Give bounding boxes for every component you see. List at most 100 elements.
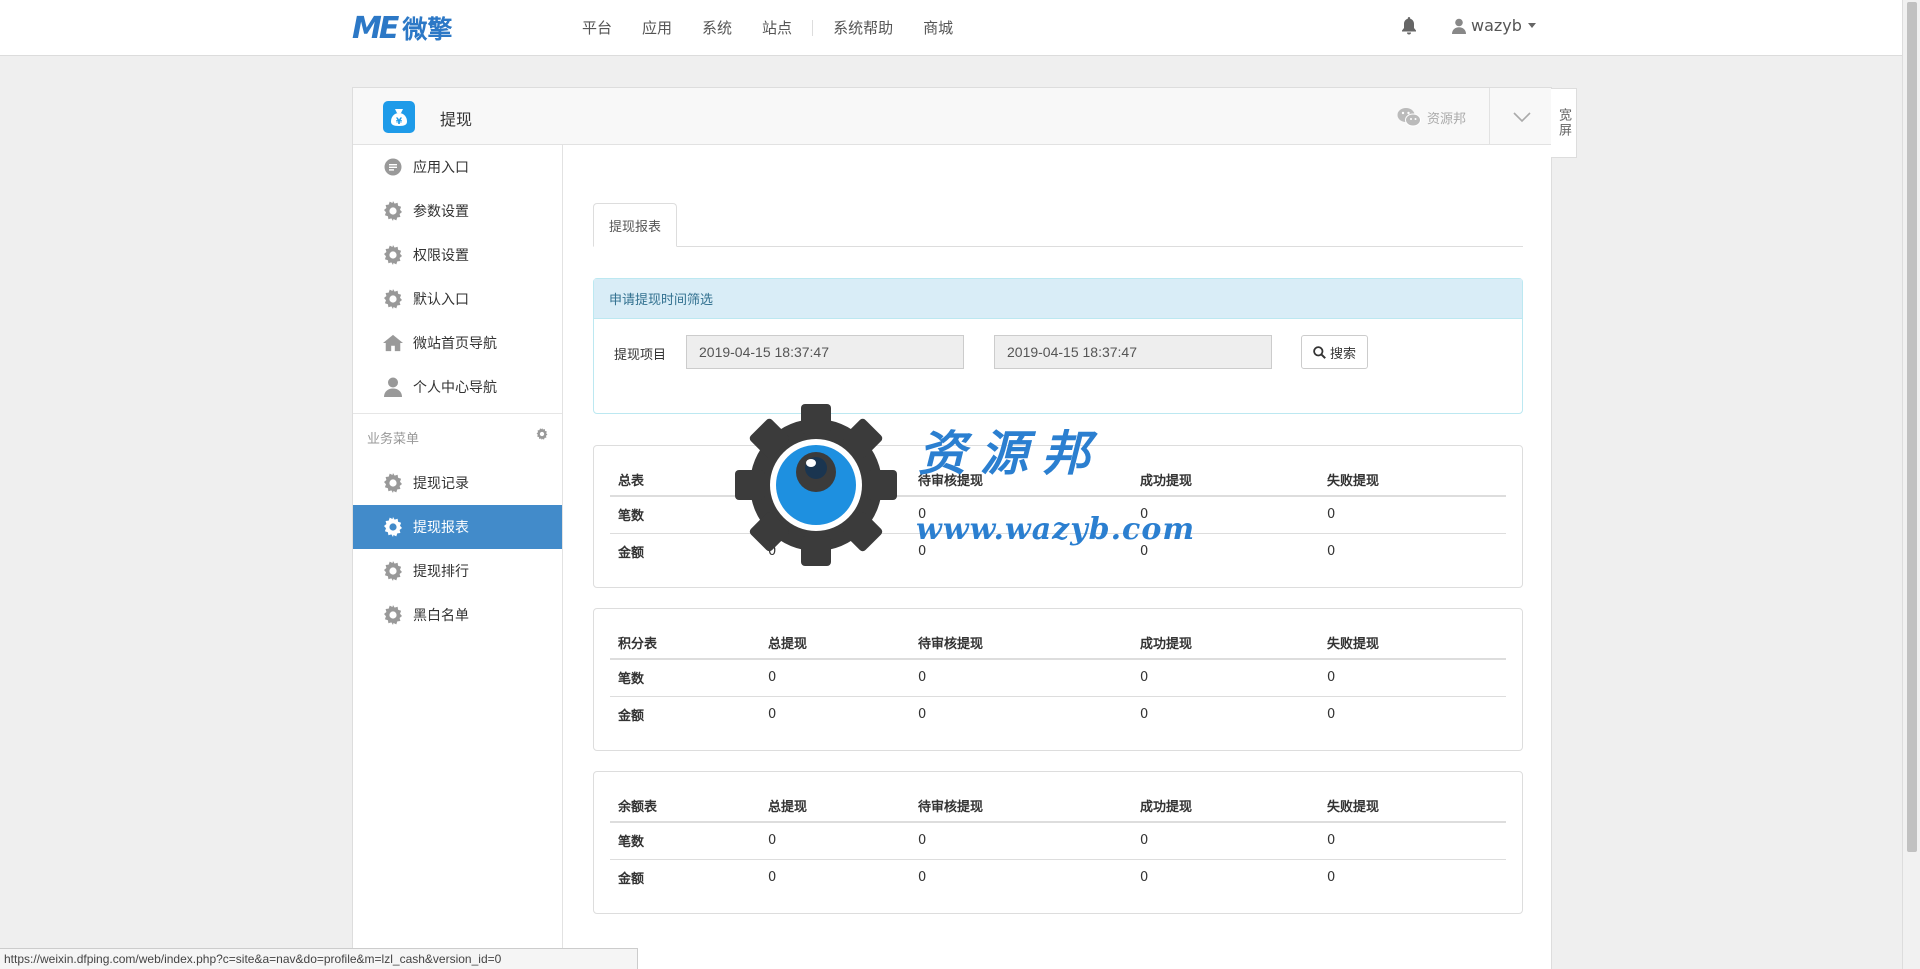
bell-icon[interactable] — [1401, 17, 1417, 35]
table-header: 余额表 — [610, 790, 760, 823]
table-header: 失败提现 — [1319, 627, 1506, 660]
table-cell: 0 — [1132, 659, 1319, 697]
table-cell: 0 — [1327, 870, 1336, 886]
nav-system[interactable]: 系统 — [702, 17, 732, 38]
table-cell: 0 — [1319, 822, 1506, 860]
nav-apps[interactable]: 应用 — [642, 17, 672, 38]
sidebar-item-home-nav[interactable]: 微站首页导航 — [353, 321, 562, 365]
sidebar-item-default-entry[interactable]: 默认入口 — [353, 277, 562, 321]
logo-cn: 微擎 — [402, 15, 453, 44]
table-header: 总表 — [610, 464, 760, 497]
table-cell: 0 — [1132, 822, 1319, 860]
sidebar-item-app-entry[interactable]: 应用入口 — [353, 145, 562, 189]
status-bar-url: https://weixin.dfping.com/web/index.php?… — [0, 948, 638, 969]
table-cell: 0 — [1319, 496, 1506, 534]
search-icon — [1313, 345, 1326, 359]
widescreen-button[interactable]: 宽屏 — [1551, 88, 1577, 158]
row-label: 笔数 — [610, 659, 760, 697]
logo[interactable]: ME 微擎 — [352, 10, 453, 46]
nav-help[interactable]: 系统帮助 — [833, 17, 893, 38]
table-header: 成功提现 — [1132, 464, 1319, 497]
sidebar-item-profile-nav[interactable]: 个人中心导航 — [353, 365, 562, 409]
home-icon — [383, 333, 403, 353]
scrollbar[interactable] — [1902, 0, 1920, 969]
row-label: 金额 — [618, 546, 645, 562]
page-title: 提现 — [440, 110, 473, 129]
chevron-down-icon[interactable] — [1513, 108, 1531, 127]
row-label: 笔数 — [610, 822, 760, 860]
sidebar-item-label: 黑白名单 — [413, 608, 469, 624]
table-cell: 0 — [1327, 707, 1336, 723]
user-icon — [383, 377, 403, 397]
table-cell: 0 — [918, 870, 927, 886]
table-header: 积分表 — [610, 627, 760, 660]
sidebar-item-cash-report[interactable]: 提现报表 — [353, 505, 562, 549]
tab-bar: 提现报表 — [593, 203, 1523, 247]
nav-divider — [812, 19, 814, 36]
table-header-row: 总表 总提现 待审核提现 成功提现 失败提现 — [610, 464, 1506, 497]
sidebar-group-title: 业务菜单 — [367, 432, 420, 447]
tab-cash-report[interactable]: 提现报表 — [593, 203, 678, 247]
sidebar-item-cash-records[interactable]: 提现记录 — [353, 461, 562, 505]
table-cell: 0 — [768, 544, 777, 560]
sidebar-item-label: 提现记录 — [413, 476, 469, 492]
table-row: 金额 0 0 0 0 — [610, 533, 1506, 570]
main-nav: 平台 应用 系统 站点 系统帮助 商城 — [582, 17, 983, 38]
table-cell: 0 — [1140, 870, 1149, 886]
end-time-input[interactable]: 2019-04-15 18:37:47 — [994, 335, 1272, 369]
start-time-input[interactable]: 2019-04-15 18:37:47 — [686, 335, 964, 369]
table-cell: 0 — [918, 707, 927, 723]
wechat-account[interactable]: 资源邦 — [1397, 107, 1466, 127]
table-header: 总提现 — [760, 790, 910, 823]
summary-table: 总表 总提现 待审核提现 成功提现 失败提现 笔数 0 0 0 0 金额 0 0 — [610, 464, 1506, 570]
nav-site[interactable]: 站点 — [762, 17, 792, 38]
table-row: 笔数 0 0 0 0 — [610, 659, 1506, 697]
gear-icon — [383, 289, 403, 309]
sidebar-group-business: 业务菜单 — [353, 413, 562, 461]
table-cell: 0 — [910, 659, 1132, 697]
user-menu[interactable]: wazyb — [1452, 16, 1536, 35]
logo-latin: ME — [352, 10, 399, 46]
sidebar-item-params[interactable]: 参数设置 — [353, 189, 562, 233]
points-table: 积分表 总提现 待审核提现 成功提现 失败提现 笔数 0 0 0 0 金额 0 … — [610, 627, 1506, 733]
table-header: 成功提现 — [1132, 627, 1319, 660]
table-cell: 0 — [910, 822, 1132, 860]
search-button-label: 搜索 — [1330, 346, 1357, 362]
table-header-row: 积分表 总提现 待审核提现 成功提现 失败提现 — [610, 627, 1506, 660]
top-navbar: ME 微擎 平台 应用 系统 站点 系统帮助 商城 wazyb — [0, 0, 1902, 56]
wechat-icon — [1397, 108, 1421, 127]
table-header: 失败提现 — [1319, 790, 1506, 823]
row-label: 笔数 — [610, 496, 760, 534]
gear-icon — [383, 245, 403, 265]
caret-down-icon — [1527, 23, 1536, 28]
table-cell: 0 — [760, 496, 910, 534]
table-header: 失败提现 — [1319, 464, 1506, 497]
main-panel: ¥ 提现 资源邦 应用入口 参数设置 权限设置 默认入口 微站首页导航 个人中心… — [352, 87, 1552, 969]
sidebar-item-label: 参数设置 — [413, 204, 469, 220]
table-cell: 0 — [1132, 496, 1319, 534]
scrollbar-thumb[interactable] — [1907, 2, 1917, 852]
sidebar-item-blacklist[interactable]: 黑白名单 — [353, 593, 562, 637]
chat-bubble-icon — [383, 157, 403, 177]
table-header-row: 余额表 总提现 待审核提现 成功提现 失败提现 — [610, 790, 1506, 823]
gear-icon[interactable] — [536, 428, 548, 444]
gear-icon — [383, 473, 403, 493]
points-table-card: 积分表 总提现 待审核提现 成功提现 失败提现 笔数 0 0 0 0 金额 0 … — [593, 608, 1523, 751]
filter-label: 提现项目 — [614, 348, 667, 363]
table-row: 金额 0 0 0 0 — [610, 859, 1506, 896]
nav-platform[interactable]: 平台 — [582, 17, 612, 38]
search-button[interactable]: 搜索 — [1301, 335, 1369, 369]
table-cell: 0 — [768, 870, 777, 886]
gear-icon — [383, 517, 403, 537]
sidebar-item-permissions[interactable]: 权限设置 — [353, 233, 562, 277]
table-cell: 0 — [768, 707, 777, 723]
sidebar-item-label: 个人中心导航 — [413, 380, 497, 396]
row-label: 金额 — [618, 709, 645, 725]
sidebar-item-label: 权限设置 — [413, 248, 469, 264]
gear-icon — [383, 561, 403, 581]
table-header: 总提现 — [760, 464, 910, 497]
sidebar-item-label: 提现报表 — [413, 520, 469, 536]
sidebar-item-cash-ranking[interactable]: 提现排行 — [353, 549, 562, 593]
table-cell: 0 — [1140, 707, 1149, 723]
nav-store[interactable]: 商城 — [923, 17, 953, 38]
